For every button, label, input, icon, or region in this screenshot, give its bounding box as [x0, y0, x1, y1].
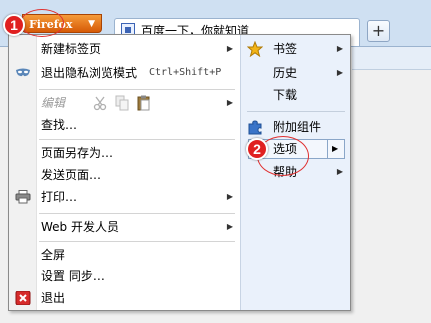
menu-item-setup-sync[interactable]: 设置 同步…: [9, 266, 239, 286]
menu-item-label: 附加组件: [273, 120, 322, 134]
menu-item-label: 全屏: [41, 248, 66, 262]
menu-item-edit: 编辑 ▶: [9, 93, 239, 113]
chevron-down-icon: ▼: [88, 19, 95, 29]
menu-item-label: 编辑: [41, 96, 66, 110]
callout-badge-2: 2: [246, 138, 268, 160]
submenu-arrow-icon: ▶: [336, 44, 343, 53]
submenu-arrow-icon: ▶: [226, 44, 233, 53]
new-tab-button[interactable]: +: [367, 20, 390, 42]
submenu-arrow-icon: ▶: [226, 192, 233, 201]
menu-item-label: 下载: [273, 88, 298, 102]
menu-item-label: 退出: [41, 291, 66, 305]
callout-badge-1: 1: [3, 14, 25, 36]
menu-left-column: 新建标签页 ▶ 退出隐私浏览模式 Ctrl+Shift+P 编辑 ▶ 查找… 页…: [9, 35, 239, 310]
submenu-arrow-icon: ▶: [226, 98, 233, 107]
menu-item-label: 打印…: [41, 190, 78, 204]
menu-item-save-page-as[interactable]: 页面另存为…: [9, 143, 239, 163]
menu-item-label: Web 开发人员: [41, 220, 119, 234]
menu-item-new-tab[interactable]: 新建标签页 ▶: [9, 39, 239, 59]
paste-icon: [137, 95, 150, 111]
menu-item-label: 书签: [273, 42, 298, 56]
firefox-app-menu: 新建标签页 ▶ 退出隐私浏览模式 Ctrl+Shift+P 编辑 ▶ 查找… 页…: [8, 34, 351, 311]
printer-icon: [15, 190, 31, 204]
menu-item-bookmarks[interactable]: 书签 ▶: [241, 39, 349, 59]
menu-separator: [39, 241, 235, 242]
submenu-arrow-icon: ▶: [332, 144, 339, 153]
menu-item-print[interactable]: 打印… ▶: [9, 187, 239, 207]
menu-item-label: 设置 同步…: [41, 269, 105, 283]
menu-item-downloads[interactable]: 下载: [241, 85, 349, 105]
submenu-arrow-icon: ▶: [336, 167, 343, 176]
submenu-arrow-icon: ▶: [336, 68, 343, 77]
puzzle-icon: [248, 120, 262, 135]
star-icon: [247, 41, 263, 57]
menu-item-label: 新建标签页: [41, 42, 102, 56]
navigation-bar: [352, 47, 431, 70]
exit-icon: [15, 291, 31, 305]
menu-item-label: 查找…: [41, 118, 78, 132]
menu-item-web-developer[interactable]: Web 开发人员 ▶: [9, 217, 239, 237]
menu-item-find[interactable]: 查找…: [9, 115, 239, 135]
menu-item-exit[interactable]: 退出: [9, 288, 239, 308]
menu-item-history[interactable]: 历史 ▶: [241, 63, 349, 83]
menu-item-send-page[interactable]: 发送页面…: [9, 165, 239, 185]
menu-item-shortcut: Ctrl+Shift+P: [149, 67, 222, 78]
menu-item-fullscreen[interactable]: 全屏: [9, 245, 239, 265]
copy-icon: [115, 95, 129, 111]
menu-separator: [39, 139, 235, 140]
menu-item-addons[interactable]: 附加组件: [241, 117, 349, 137]
menu-item-label: 发送页面…: [41, 168, 102, 182]
mask-icon: [16, 68, 30, 77]
callout-ring: [20, 9, 64, 37]
submenu-arrow-box[interactable]: ▶: [327, 140, 344, 158]
menu-separator: [247, 111, 345, 112]
menu-separator: [39, 89, 235, 90]
menu-item-label: 退出隐私浏览模式: [41, 66, 138, 80]
menu-item-label: 历史: [273, 66, 298, 80]
cut-icon: [93, 96, 107, 111]
menu-item-label: 页面另存为…: [41, 146, 114, 160]
menu-item-exit-private-browsing[interactable]: 退出隐私浏览模式 Ctrl+Shift+P: [9, 63, 239, 83]
menu-separator: [39, 213, 235, 214]
submenu-arrow-icon: ▶: [226, 222, 233, 231]
